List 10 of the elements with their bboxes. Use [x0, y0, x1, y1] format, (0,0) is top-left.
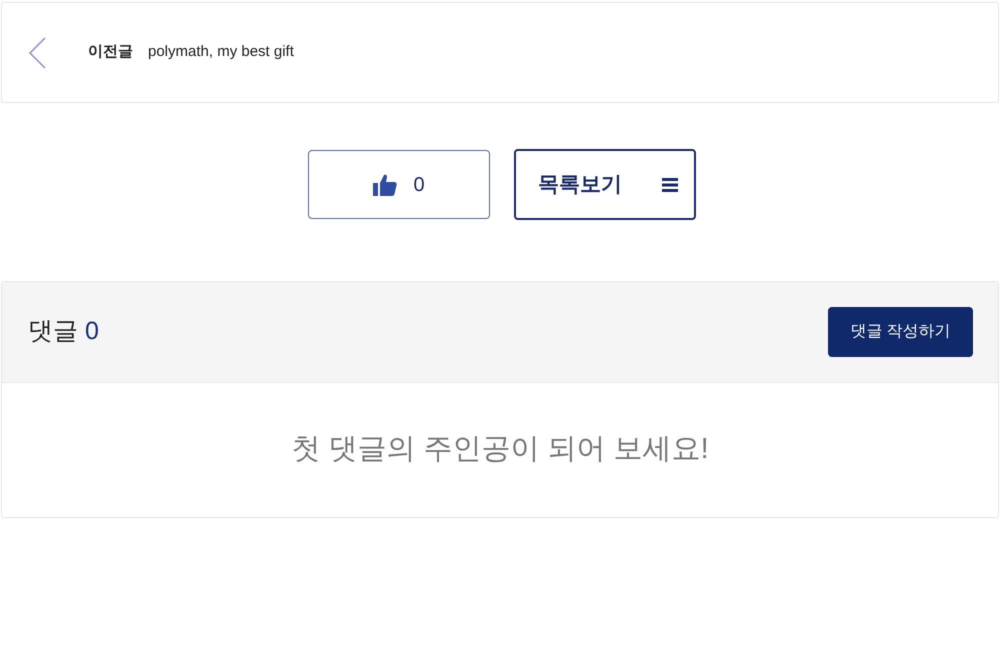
list-view-button[interactable]: 목록보기: [514, 149, 696, 220]
write-comment-button[interactable]: 댓글 작성하기: [828, 307, 973, 357]
comments-heading: 댓글 0: [28, 316, 99, 348]
previous-post-label: 이전글: [88, 42, 133, 62]
like-button[interactable]: 0: [308, 150, 490, 219]
chevron-left-icon[interactable]: [28, 36, 46, 68]
menu-icon: [662, 178, 678, 192]
previous-post-title[interactable]: polymath, my best gift: [148, 41, 294, 64]
thumbs-up-icon: [373, 174, 398, 196]
empty-comments-message: 첫 댓글의 주인공이 되어 보세요!: [291, 432, 709, 468]
